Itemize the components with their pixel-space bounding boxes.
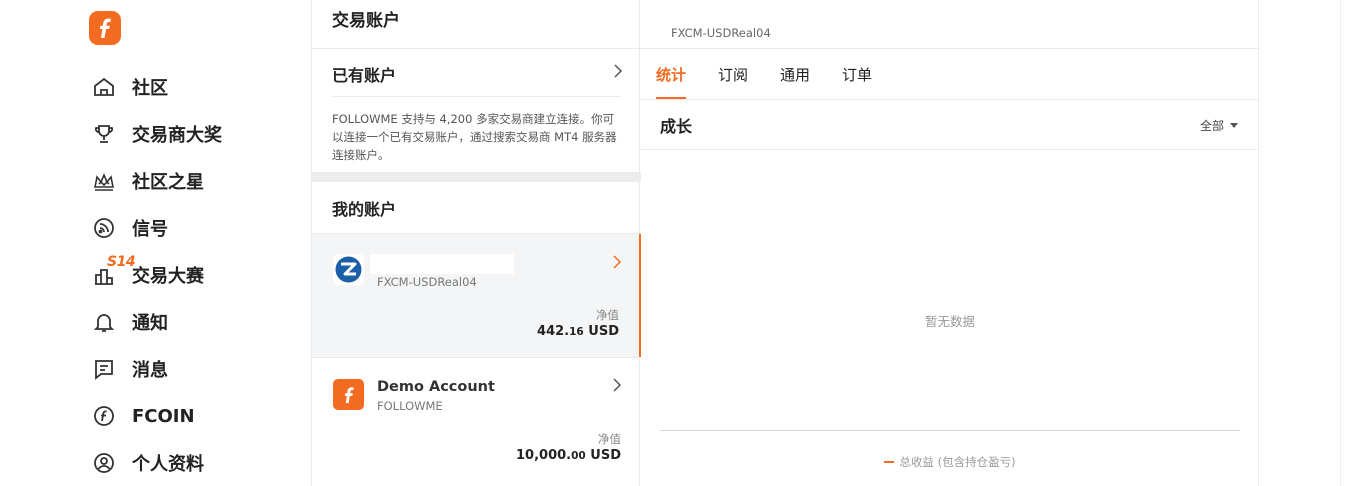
range-dropdown[interactable]: 全部: [1200, 117, 1238, 134]
nav-item-label: 通知: [132, 313, 168, 334]
account-detail-panel: FXCM-USDReal04 统计 订阅 通用 订单 成长 全部 暂无数据 总收…: [641, 0, 1259, 486]
my-accounts-title: 我的账户: [332, 200, 397, 219]
equity-label: 净值: [598, 432, 621, 446]
page-title: 交易账户: [332, 11, 400, 31]
bell-icon: [91, 309, 117, 335]
contest-icon: S14: [91, 254, 136, 288]
account-card-fxcm[interactable]: FXCM-USDReal04 净值 442.16 USD: [312, 234, 641, 357]
tab-orders[interactable]: 订单: [842, 49, 872, 99]
caret-down-icon: [1230, 123, 1238, 128]
account-name-redacted: [370, 254, 514, 274]
nav-item-label: 消息: [132, 360, 168, 381]
equity-value: 442.16 USD: [537, 324, 619, 339]
nav-item-label: 个人资料: [132, 454, 204, 475]
nav-item-label: 交易商大奖: [132, 125, 222, 146]
nav-item-trading-contest[interactable]: S14 交易大赛: [91, 254, 204, 290]
chevron-right-icon: [613, 255, 622, 269]
followme-logo-icon: [333, 379, 364, 410]
nav-item-fcoin[interactable]: FCOIN: [91, 401, 195, 431]
profile-icon: [91, 450, 117, 476]
account-server: FXCM-USDReal04: [377, 275, 477, 289]
chevron-right-icon: [614, 64, 623, 78]
divider: [312, 48, 641, 49]
chart-legend[interactable]: 总收益 (包含持仓盈亏): [641, 454, 1259, 470]
legend-label: 总收益 (包含持仓盈亏): [899, 455, 1016, 469]
existing-account-label: 已有账户: [332, 66, 397, 85]
account-name: Demo Account: [377, 379, 495, 395]
accounts-panel: 交易账户 已有账户 FOLLOWME 支持与 4,200 多家交易商建立连接。你…: [311, 0, 641, 486]
divider: [641, 149, 1259, 150]
fxcm-logo-icon: [333, 254, 364, 285]
nav-item-community-star[interactable]: 社区之星: [91, 166, 204, 196]
crown-icon: [91, 168, 117, 194]
nav-item-label: 信号: [132, 219, 168, 240]
account-server: FOLLOWME: [377, 399, 443, 413]
followme-logo-icon[interactable]: [89, 11, 121, 45]
equity-value: 10,000.00 USD: [516, 448, 621, 463]
nav-item-profile[interactable]: 个人资料: [91, 448, 204, 478]
nav-item-broker-awards[interactable]: 交易商大奖: [91, 119, 222, 149]
legend-swatch: [884, 461, 895, 463]
nav-item-label: FCOIN: [132, 405, 195, 427]
nav-item-label: 社区: [132, 78, 168, 99]
tab-statistics[interactable]: 统计: [656, 49, 687, 99]
growth-title: 成长: [660, 117, 693, 136]
divider: [641, 99, 1259, 100]
detail-tabs: 统计 订阅 通用 订单: [656, 49, 904, 99]
nav-item-notifications[interactable]: 通知: [91, 307, 168, 337]
nav-item-community[interactable]: 社区: [91, 72, 168, 102]
signal-icon: [91, 215, 117, 241]
selected-account-name: FXCM-USDReal04: [671, 26, 771, 40]
home-icon: [91, 74, 117, 100]
chevron-right-icon: [613, 378, 622, 392]
left-navigation: 社区 交易商大奖 社区之星 信号 S14 交易大赛 通知 消息 FCOIN 个人…: [0, 0, 311, 486]
nav-item-messages[interactable]: 消息: [91, 354, 168, 384]
contest-badge: S14: [107, 254, 136, 270]
account-card-demo[interactable]: Demo Account FOLLOWME 净值 10,000.00 USD: [312, 358, 641, 486]
message-icon: [91, 356, 117, 382]
chart-axis-line: [660, 430, 1240, 431]
no-data-message: 暂无数据: [924, 314, 975, 329]
fcoin-icon: [91, 403, 117, 429]
divider: [1340, 0, 1341, 486]
divider: [332, 96, 621, 97]
equity-label: 净值: [596, 308, 619, 322]
range-dropdown-value: 全部: [1199, 119, 1224, 133]
tab-general[interactable]: 通用: [780, 49, 810, 99]
trophy-icon: [91, 121, 117, 147]
nav-item-label: 交易大赛: [132, 266, 204, 287]
existing-account-description: FOLLOWME 支持与 4,200 多家交易商建立连接。你可以连接一个已有交易…: [332, 112, 617, 162]
section-spacer: [312, 172, 641, 182]
nav-item-signals[interactable]: 信号: [91, 213, 168, 243]
nav-item-label: 社区之星: [132, 172, 204, 193]
tab-subscriptions[interactable]: 订阅: [718, 49, 748, 99]
